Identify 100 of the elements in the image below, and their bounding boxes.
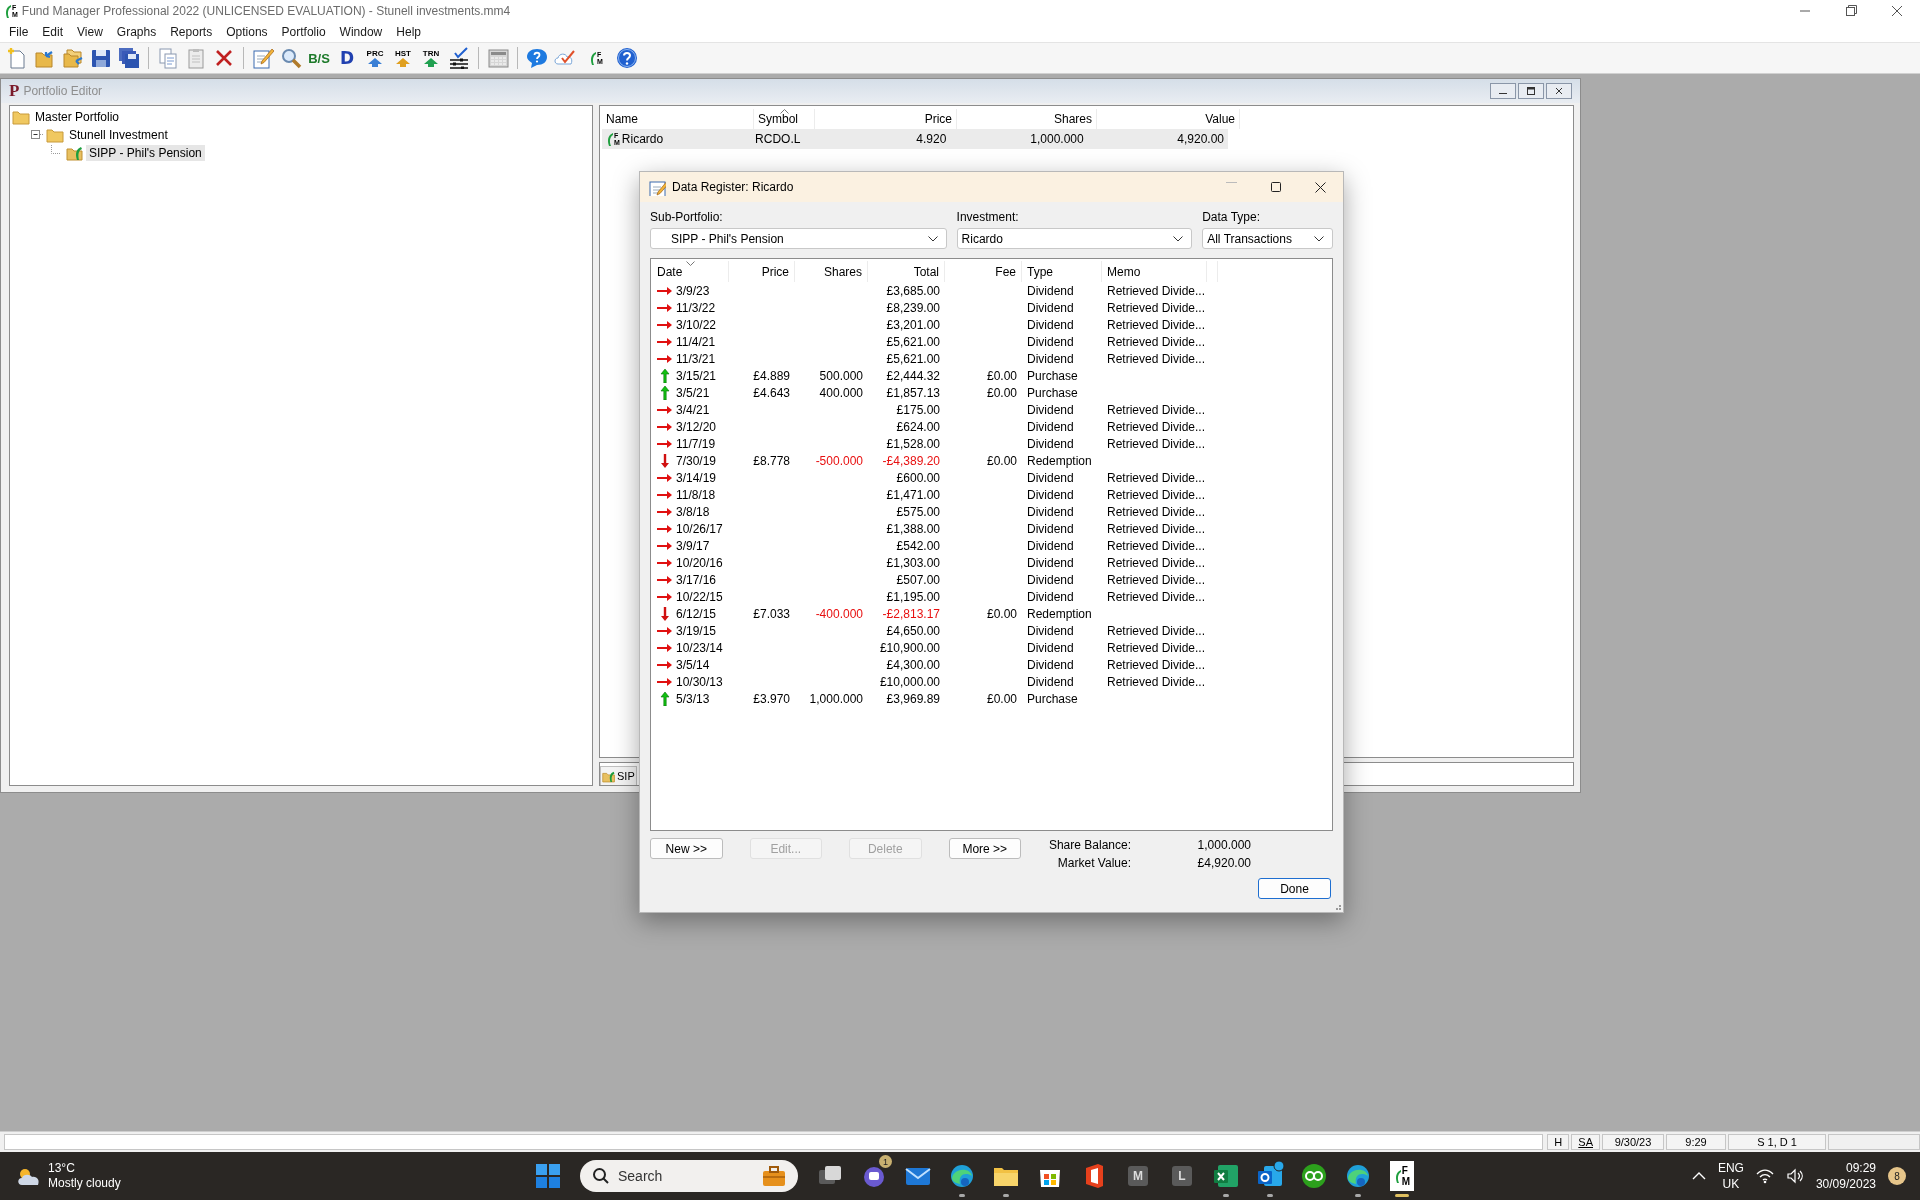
right-arrow-icon [657, 285, 673, 296]
done-button[interactable]: Done [1258, 878, 1331, 899]
table-cell: Retrieved Divide... [1107, 487, 1206, 502]
toolbar-button[interactable]: D [334, 45, 360, 71]
search-bar[interactable]: Search [580, 1160, 798, 1192]
menu-item[interactable]: Edit [35, 23, 71, 41]
table-row[interactable]: 6/12/15 £7.033 -400.000 -£2,813.17 £0.00 Redemption [652, 605, 1331, 622]
table-row[interactable]: 3/4/21 £175.00 Dividend Retrieved Divide... [652, 401, 1331, 418]
language-indicator[interactable]: ENG UK [1717, 1160, 1744, 1192]
table-row[interactable]: 3/10/22 £3,201.00 Dividend Retrieved Divide... [652, 316, 1331, 333]
right-arrow-icon [657, 472, 673, 483]
dialog-button[interactable]: More >> [948, 838, 1021, 859]
menu-item[interactable]: Options [219, 23, 275, 41]
help-icon[interactable] [614, 45, 640, 71]
close-button[interactable] [1546, 83, 1572, 99]
column-header[interactable]: Total [868, 261, 945, 282]
right-arrow-icon [657, 421, 673, 432]
table-row[interactable]: 10/22/15 £1,195.00 Dividend Retrieved Divide... [652, 588, 1331, 605]
table-row[interactable]: 3/5/14 £4,300.00 Dividend Retrieved Divide... [652, 656, 1331, 673]
toolbar-button[interactable]: TRN [418, 45, 444, 71]
table-row[interactable]: 10/26/17 £1,388.00 Dividend Retrieved Divide... [652, 520, 1331, 537]
chevron-up-icon[interactable] [1691, 1171, 1706, 1181]
menu-item[interactable]: File [2, 23, 36, 41]
menu-item[interactable]: Reports [163, 23, 220, 41]
dropdown[interactable]: All Transactions [1202, 228, 1333, 249]
column-header[interactable]: Price [729, 261, 795, 282]
clock[interactable]: 09:29 30/09/2023 [1815, 1160, 1876, 1192]
table-cell: 3/9/17 [676, 538, 710, 553]
notification-badge: 1 [879, 1155, 892, 1168]
table-row[interactable]: 11/7/19 £1,528.00 Dividend Retrieved Divide... [652, 435, 1331, 452]
volume-icon[interactable] [1785, 1168, 1804, 1184]
app-tile-icon[interactable]: L [1172, 1166, 1192, 1186]
table-row[interactable]: 3/5/21 £4.643 400.000 £1,857.13 £0.00 Purchase [652, 384, 1331, 401]
table-cell: 10/20/16 [676, 555, 723, 570]
column-header[interactable]: Date [652, 261, 729, 282]
table-row[interactable]: 3/19/15 £4,650.00 Dividend Retrieved Divide... [652, 622, 1331, 639]
maximize-button[interactable] [1271, 181, 1281, 192]
tree-item[interactable]: Master Portfolio [32, 109, 123, 125]
menu-item[interactable]: Graphs [109, 23, 164, 41]
table-row[interactable]: 7/30/19 £8.778 -500.000 -£4,389.20 £0.00 Redemption [652, 452, 1331, 469]
table-row[interactable]: 3/17/16 £507.00 Dividend Retrieved Divide... [652, 571, 1331, 588]
table-row[interactable]: 11/3/21 £5,621.00 Dividend Retrieved Divide... [652, 350, 1331, 367]
table-row[interactable]: 5/3/13 £3.970 1,000.000 £3,969.89 £0.00 Purchase [652, 690, 1331, 707]
table-cell: Retrieved Divide... [1107, 317, 1206, 332]
menu-item[interactable]: Portfolio [274, 23, 333, 41]
tree-item[interactable]: SIPP - Phil's Pension [86, 145, 205, 161]
table-row[interactable]: 10/20/16 £1,303.00 Dividend Retrieved Divide... [652, 554, 1331, 571]
table-cell: £0.00 [986, 453, 1017, 468]
table-row[interactable]: 3/12/20 £624.00 Dividend Retrieved Divide... [652, 418, 1331, 435]
column-header[interactable]: Type [1022, 261, 1102, 282]
save-all-icon[interactable] [116, 45, 142, 71]
tree-item[interactable]: Stunell Investment [66, 127, 171, 143]
table-row[interactable]: 3/9/23 £3,685.00 Dividend Retrieved Divide... [652, 282, 1331, 299]
table-row[interactable]: 3/14/19 £600.00 Dividend Retrieved Divide... [652, 469, 1331, 486]
column-header[interactable]: Memo [1102, 261, 1207, 282]
table-cell: -500.000 [815, 453, 863, 468]
search-icon [592, 1167, 610, 1185]
menu-item[interactable]: Window [332, 23, 390, 41]
menu-item[interactable]: Help [389, 23, 428, 41]
table-cell: Retrieved Divide... [1107, 572, 1206, 587]
table-cell: 3/8/18 [676, 504, 710, 519]
right-arrow-icon [657, 659, 673, 670]
dialog-button[interactable]: New >> [650, 838, 723, 859]
status-text: 9:29 [1666, 1134, 1726, 1150]
dropdown[interactable]: SIPP - Phil's Pension [650, 228, 947, 249]
column-header[interactable]: Shares [795, 261, 868, 282]
table-cell: 11/3/21 [676, 351, 716, 366]
table-cell: Redemption [1027, 606, 1092, 621]
table-cell: 3/19/15 [676, 623, 717, 638]
table-row[interactable]: 3/9/17 £542.00 Dividend Retrieved Divide... [652, 537, 1331, 554]
app-logo-icon[interactable]: F M [1389, 1161, 1415, 1191]
field-label: Data Type: [1202, 210, 1261, 224]
tab[interactable]: SIP [600, 766, 637, 785]
app-tile-icon[interactable]: M [1128, 1166, 1148, 1186]
menu-item[interactable]: View [70, 23, 110, 41]
table-cell: -400.000 [815, 606, 863, 621]
column-header[interactable]: Fee [945, 261, 1022, 282]
table-row[interactable]: 3/15/21 £4.889 500.000 £2,444.32 £0.00 Purchase [652, 367, 1331, 384]
table-row[interactable]: 11/8/18 £1,471.00 Dividend Retrieved Divide... [652, 486, 1331, 503]
right-arrow-icon [657, 438, 673, 449]
table-row[interactable]: 11/3/22 £8,239.00 Dividend Retrieved Divide... [652, 299, 1331, 316]
restore-button[interactable] [1518, 83, 1544, 99]
notification-badge[interactable]: 8 [1888, 1167, 1906, 1185]
toolbar-button[interactable]: B/S [306, 45, 332, 71]
search-field[interactable]: Search [616, 1167, 754, 1185]
table-cell: Retrieved Divide... [1107, 640, 1206, 655]
toolbar-button[interactable]: HST [390, 45, 416, 71]
table-row[interactable]: 3/8/18 £575.00 Dividend Retrieved Divide... [652, 503, 1331, 520]
table-cell: Retrieved Divide... [1107, 351, 1206, 366]
table-row[interactable]: 10/30/13 £10,000.00 Dividend Retrieved Divide... [652, 673, 1331, 690]
table-row[interactable]: 11/4/21 £5,621.00 Dividend Retrieved Divide... [652, 333, 1331, 350]
resize-grip-icon[interactable] [1334, 903, 1342, 911]
toolbar-button[interactable]: PRC [362, 45, 388, 71]
dropdown[interactable]: Ricardo [956, 228, 1193, 249]
table-cell: Retrieved Divide... [1107, 538, 1206, 553]
table-cell: 1,000.000 [809, 691, 863, 706]
table-cell: Dividend [1027, 572, 1074, 587]
wifi-icon[interactable] [1755, 1168, 1774, 1184]
table-row[interactable]: 10/23/14 £10,900.00 Dividend Retrieved Divide... [652, 639, 1331, 656]
close-button[interactable] [1315, 181, 1326, 193]
